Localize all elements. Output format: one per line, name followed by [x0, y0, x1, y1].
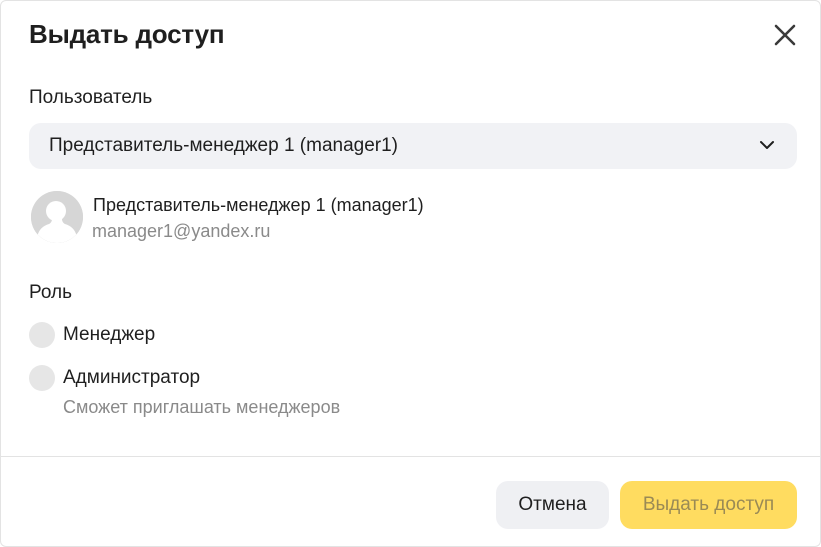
- user-avatar-icon: [31, 191, 83, 243]
- selected-user-card: Представитель-менеджер 1 (manager1) mana…: [31, 191, 531, 247]
- radio-button-administrator[interactable]: [29, 365, 55, 391]
- avatar: [31, 191, 83, 243]
- user-field-label: Пользователь: [29, 87, 153, 108]
- role-label: Роль: [29, 282, 72, 303]
- close-icon: [774, 24, 796, 46]
- grant-access-button[interactable]: Выдать доступ: [620, 481, 797, 529]
- chevron-down-icon: [760, 141, 774, 149]
- role-option-label: Менеджер: [63, 324, 156, 345]
- user-card-email: manager1@yandex.ru: [92, 221, 271, 241]
- dialog-title: Выдать доступ: [29, 19, 225, 49]
- role-option-administrator[interactable]: Администратор: [29, 365, 269, 391]
- user-select[interactable]: Представитель-менеджер 1 (manager1): [29, 123, 797, 169]
- grant-access-dialog: Выдать доступ Пользователь Представитель…: [0, 0, 821, 547]
- cancel-button[interactable]: Отмена: [496, 481, 609, 529]
- role-option-manager[interactable]: Менеджер: [29, 322, 229, 348]
- role-option-hint: Сможет приглашать менеджеров: [63, 397, 341, 417]
- close-button[interactable]: [771, 21, 799, 49]
- user-card-name: Представитель-менеджер 1 (manager1): [93, 195, 424, 215]
- role-option-label: Администратор: [63, 367, 201, 388]
- footer-divider: [1, 456, 821, 457]
- radio-button-manager[interactable]: [29, 322, 55, 348]
- user-select-value: Представитель-менеджер 1 (manager1): [49, 135, 398, 156]
